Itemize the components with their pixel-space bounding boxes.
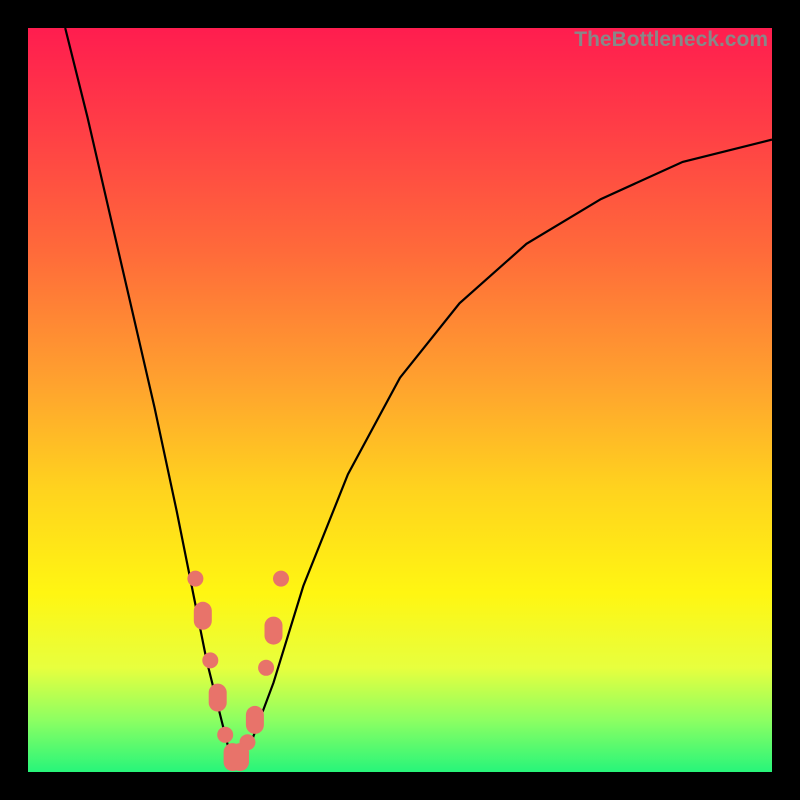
curve-marker-pair bbox=[209, 684, 227, 712]
curve-marker-pair bbox=[246, 706, 264, 734]
curve-marker bbox=[273, 571, 289, 587]
watermark-text: TheBottleneck.com bbox=[574, 28, 768, 52]
curve-marker-pair bbox=[265, 617, 283, 645]
curve-marker-pair bbox=[231, 743, 249, 771]
curve-marker bbox=[258, 660, 274, 676]
curve-marker-pair bbox=[194, 602, 212, 630]
curve-marker bbox=[217, 727, 233, 743]
plot-area bbox=[28, 28, 772, 772]
curve-marker bbox=[202, 652, 218, 668]
bottleneck-curve bbox=[236, 140, 772, 765]
curve-layer bbox=[28, 28, 772, 772]
curve-marker bbox=[187, 571, 203, 587]
chart-frame: TheBottleneck.com bbox=[0, 0, 800, 800]
